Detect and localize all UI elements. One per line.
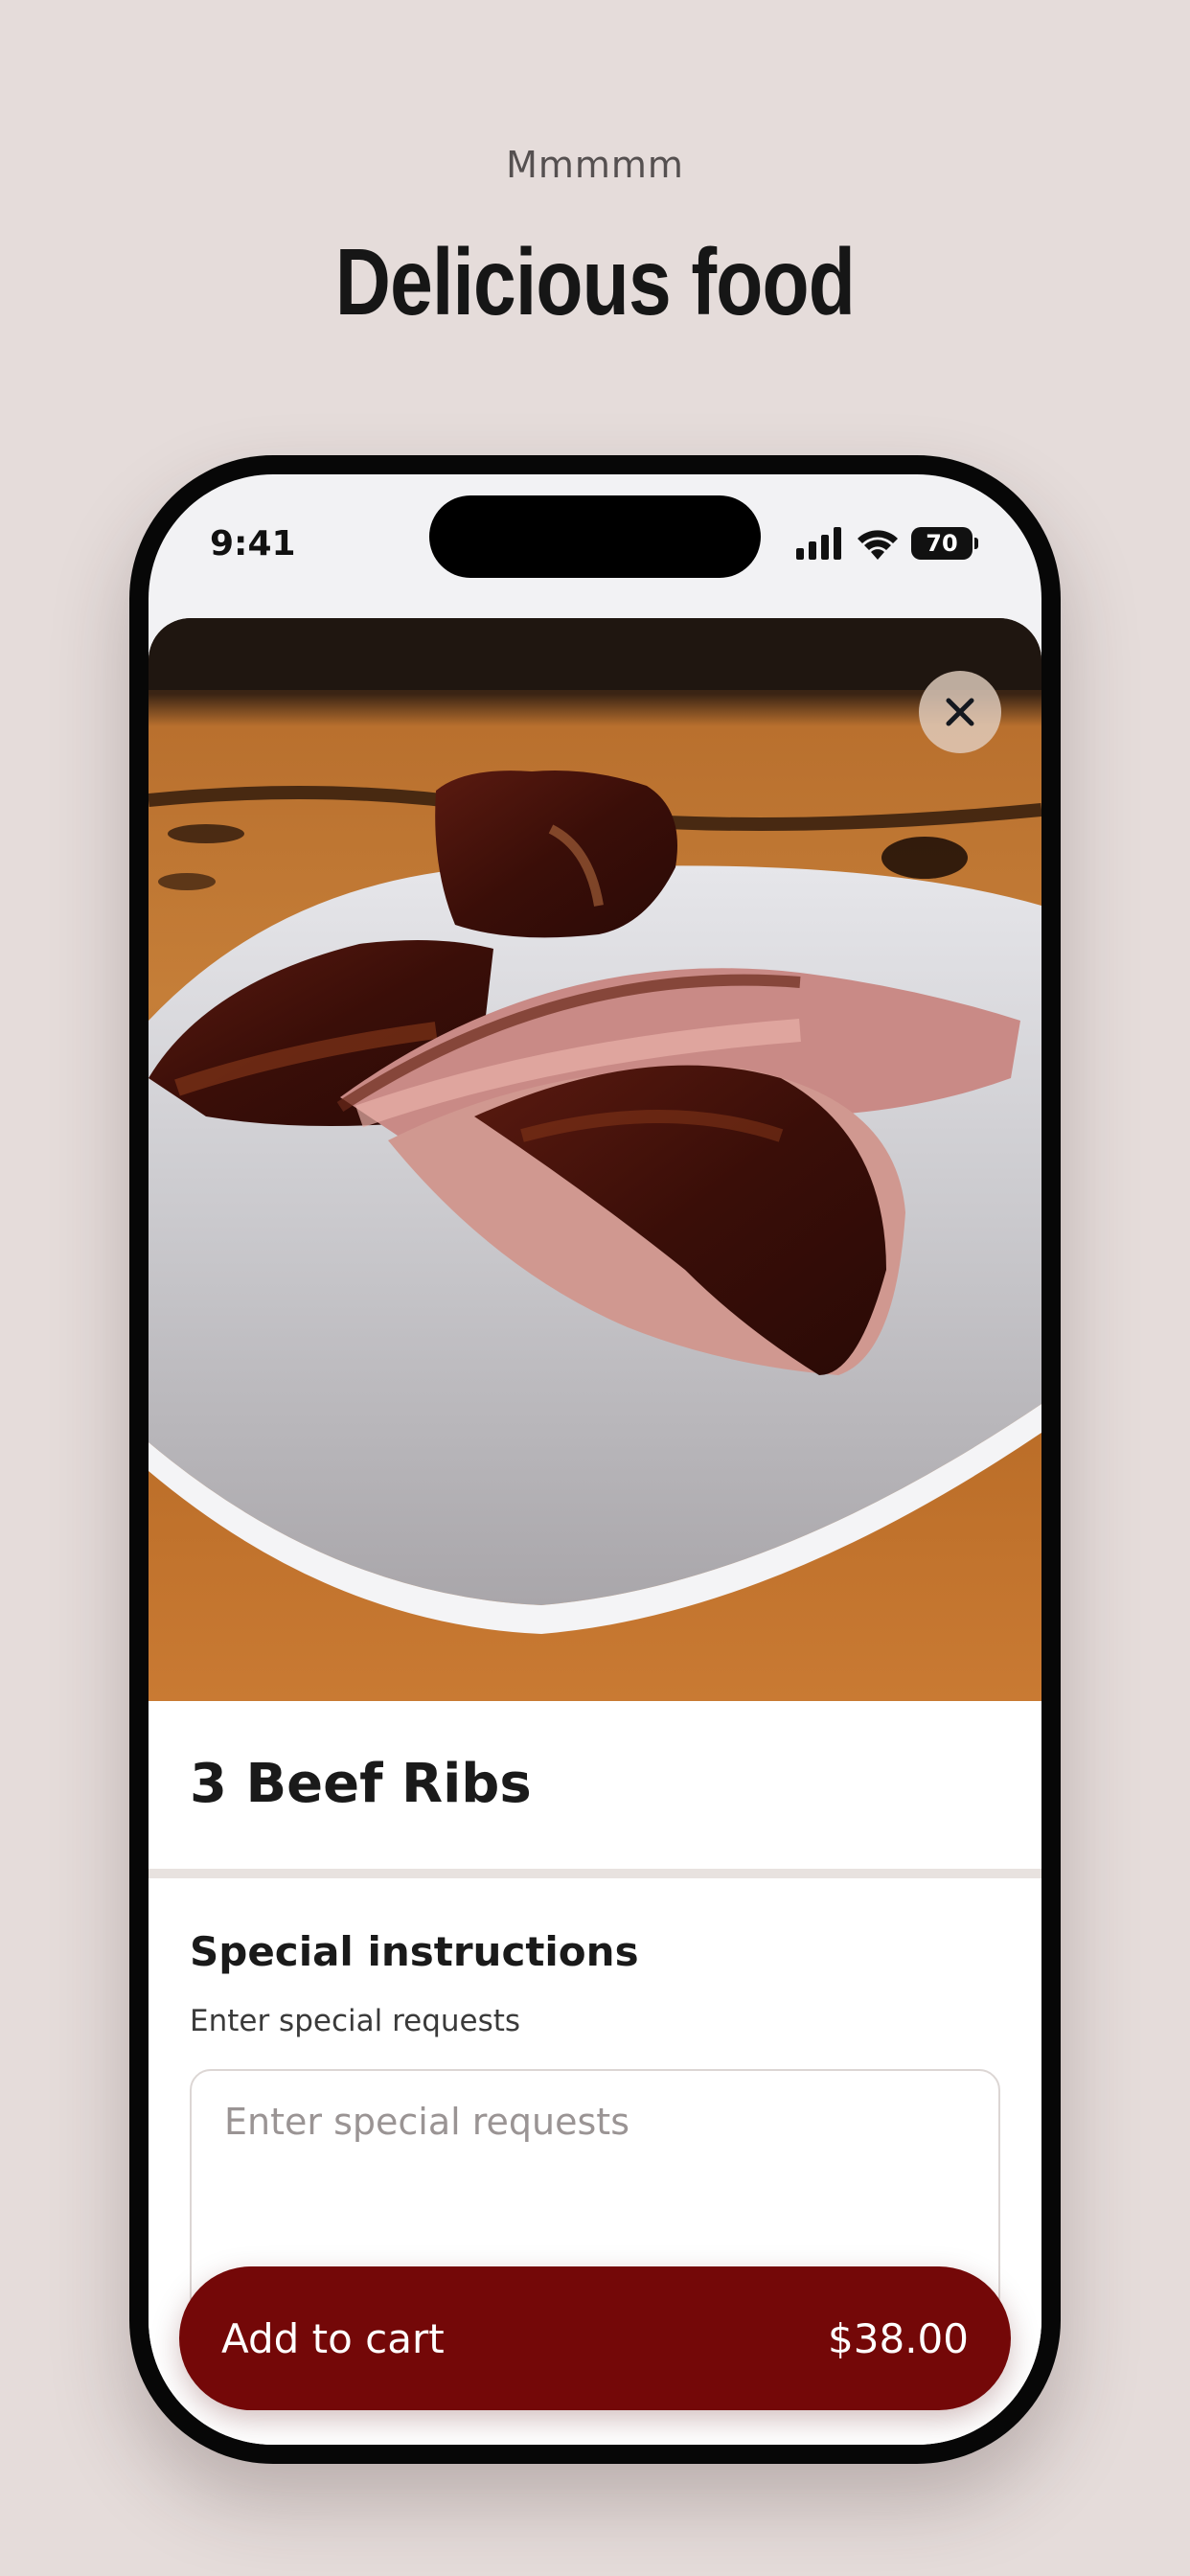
food-photo-ribs <box>149 618 1041 1701</box>
section-divider <box>149 1869 1041 1878</box>
item-image <box>149 618 1041 1701</box>
add-to-cart-label: Add to cart <box>221 2314 445 2362</box>
item-title: 3 Beef Ribs <box>190 1753 532 1815</box>
special-instructions-label: Enter special requests <box>190 2004 521 2038</box>
special-instructions-title: Special instructions <box>190 1928 639 1975</box>
phone-screen: 9:41 70 3 Beef Ribs Special instructions… <box>149 474 1041 2445</box>
cellular-signal-icon <box>796 527 841 560</box>
add-to-cart-button[interactable]: Add to cart $38.00 <box>179 2266 1011 2410</box>
battery-cap <box>974 538 978 549</box>
close-button[interactable] <box>919 671 1001 753</box>
battery-level: 70 <box>911 527 973 560</box>
status-icons: 70 <box>796 524 978 563</box>
special-instructions-input[interactable] <box>222 2100 973 2144</box>
item-detail-sheet: 3 Beef Ribs Special instructions Enter s… <box>149 618 1041 2445</box>
headline: Delicious food <box>334 229 856 334</box>
dynamic-island <box>429 495 761 578</box>
wifi-icon <box>858 530 898 560</box>
phone-frame: 9:41 70 3 Beef Ribs Special instructions… <box>129 455 1061 2464</box>
status-time: 9:41 <box>210 524 296 564</box>
eyebrow-text: Mmmmm <box>506 144 684 186</box>
add-to-cart-price: $38.00 <box>828 2314 969 2362</box>
close-icon <box>946 698 974 726</box>
battery-icon: 70 <box>911 527 978 560</box>
